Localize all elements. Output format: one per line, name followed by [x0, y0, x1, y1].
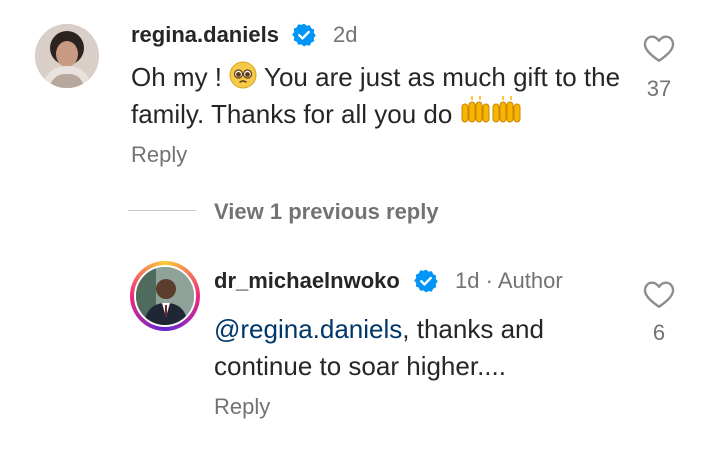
comment-text-before: Oh my ! — [131, 62, 230, 92]
author-badge: Author — [497, 268, 563, 293]
raising-hands-emoji — [461, 96, 521, 123]
commenter-username[interactable]: regina.daniels — [131, 22, 279, 48]
comment-text: Oh my ! You are just as much gift to the… — [131, 59, 631, 133]
meta-separator: · — [485, 268, 493, 293]
verified-badge-icon — [414, 269, 438, 293]
heart-icon[interactable] — [643, 279, 675, 309]
story-ring[interactable] — [130, 261, 200, 331]
reply-button[interactable]: Reply — [214, 394, 270, 420]
view-previous-reply-button[interactable]: View 1 previous reply — [214, 199, 439, 225]
reply-button[interactable]: Reply — [131, 142, 187, 168]
reply-username[interactable]: dr_michaelnwoko — [214, 268, 400, 294]
reply-text: @regina.daniels, thanks and continue to … — [214, 311, 604, 385]
comment-like-count: 37 — [646, 76, 672, 101]
pleading-face-emoji — [229, 61, 257, 89]
reply-like-count: 6 — [652, 320, 666, 345]
verified-badge-icon — [292, 23, 316, 47]
reply-meta: 1d · Author — [455, 268, 563, 294]
view-replies-divider — [128, 210, 196, 211]
mention-link[interactable]: @regina.daniels — [214, 314, 402, 344]
reply-avatar[interactable] — [134, 265, 196, 327]
commenter-avatar[interactable] — [35, 24, 99, 88]
heart-icon[interactable] — [643, 33, 675, 63]
comment-time: 2d — [333, 22, 358, 47]
reply-time: 1d — [455, 268, 480, 293]
